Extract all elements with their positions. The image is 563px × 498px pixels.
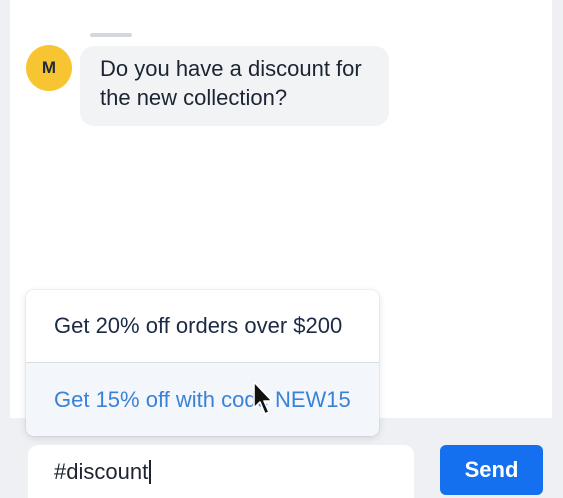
app-frame: M Do you have a discount for the new col…	[0, 0, 563, 498]
suggestion-label: Get 15% off with code NEW15	[54, 386, 351, 412]
text-caret	[149, 459, 152, 484]
suggestion-dropdown: Get 20% off orders over $200 Get 15% off…	[26, 290, 379, 436]
drag-handle	[90, 33, 132, 37]
avatar-initial: M	[41, 58, 57, 77]
send-button[interactable]: Send	[440, 445, 543, 495]
input-value: #discount	[54, 458, 149, 484]
suggestion-item-15-off[interactable]: Get 15% off with code NEW15	[26, 363, 379, 436]
avatar: M	[26, 45, 72, 91]
message-input[interactable]: #discount	[28, 445, 414, 498]
send-label: Send	[464, 457, 519, 482]
suggestion-label: Get 20% off orders over $200	[54, 313, 343, 338]
message-text: Do you have a discount for the new colle…	[100, 56, 362, 110]
suggestion-item-20-off[interactable]: Get 20% off orders over $200	[26, 290, 379, 363]
message-bubble: Do you have a discount for the new colle…	[80, 46, 389, 126]
mouse-pointer-icon	[253, 381, 273, 415]
